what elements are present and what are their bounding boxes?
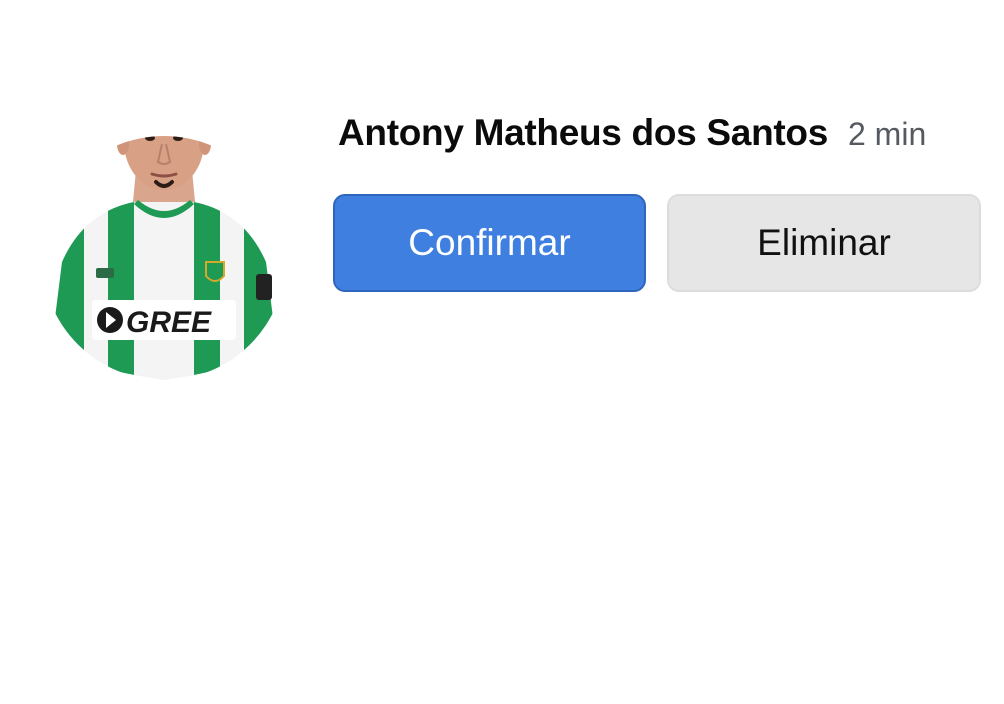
delete-button[interactable]: Eliminar bbox=[667, 194, 981, 292]
confirm-button-label: Confirmar bbox=[408, 222, 571, 263]
delete-button-label: Eliminar bbox=[757, 222, 891, 263]
requester-name[interactable]: Antony Matheus dos Santos bbox=[338, 112, 828, 154]
avatar[interactable]: GREE bbox=[44, 62, 284, 382]
friend-request-card: GREE Antony Matheus dos Santos 2 min Con… bbox=[0, 0, 1004, 704]
request-header: Antony Matheus dos Santos 2 min bbox=[338, 112, 988, 168]
sponsor-logo: GREE bbox=[126, 306, 212, 339]
request-timestamp: 2 min bbox=[847, 116, 927, 152]
profile-photo: GREE bbox=[52, 136, 276, 380]
confirm-button[interactable]: Confirmar bbox=[333, 194, 646, 292]
